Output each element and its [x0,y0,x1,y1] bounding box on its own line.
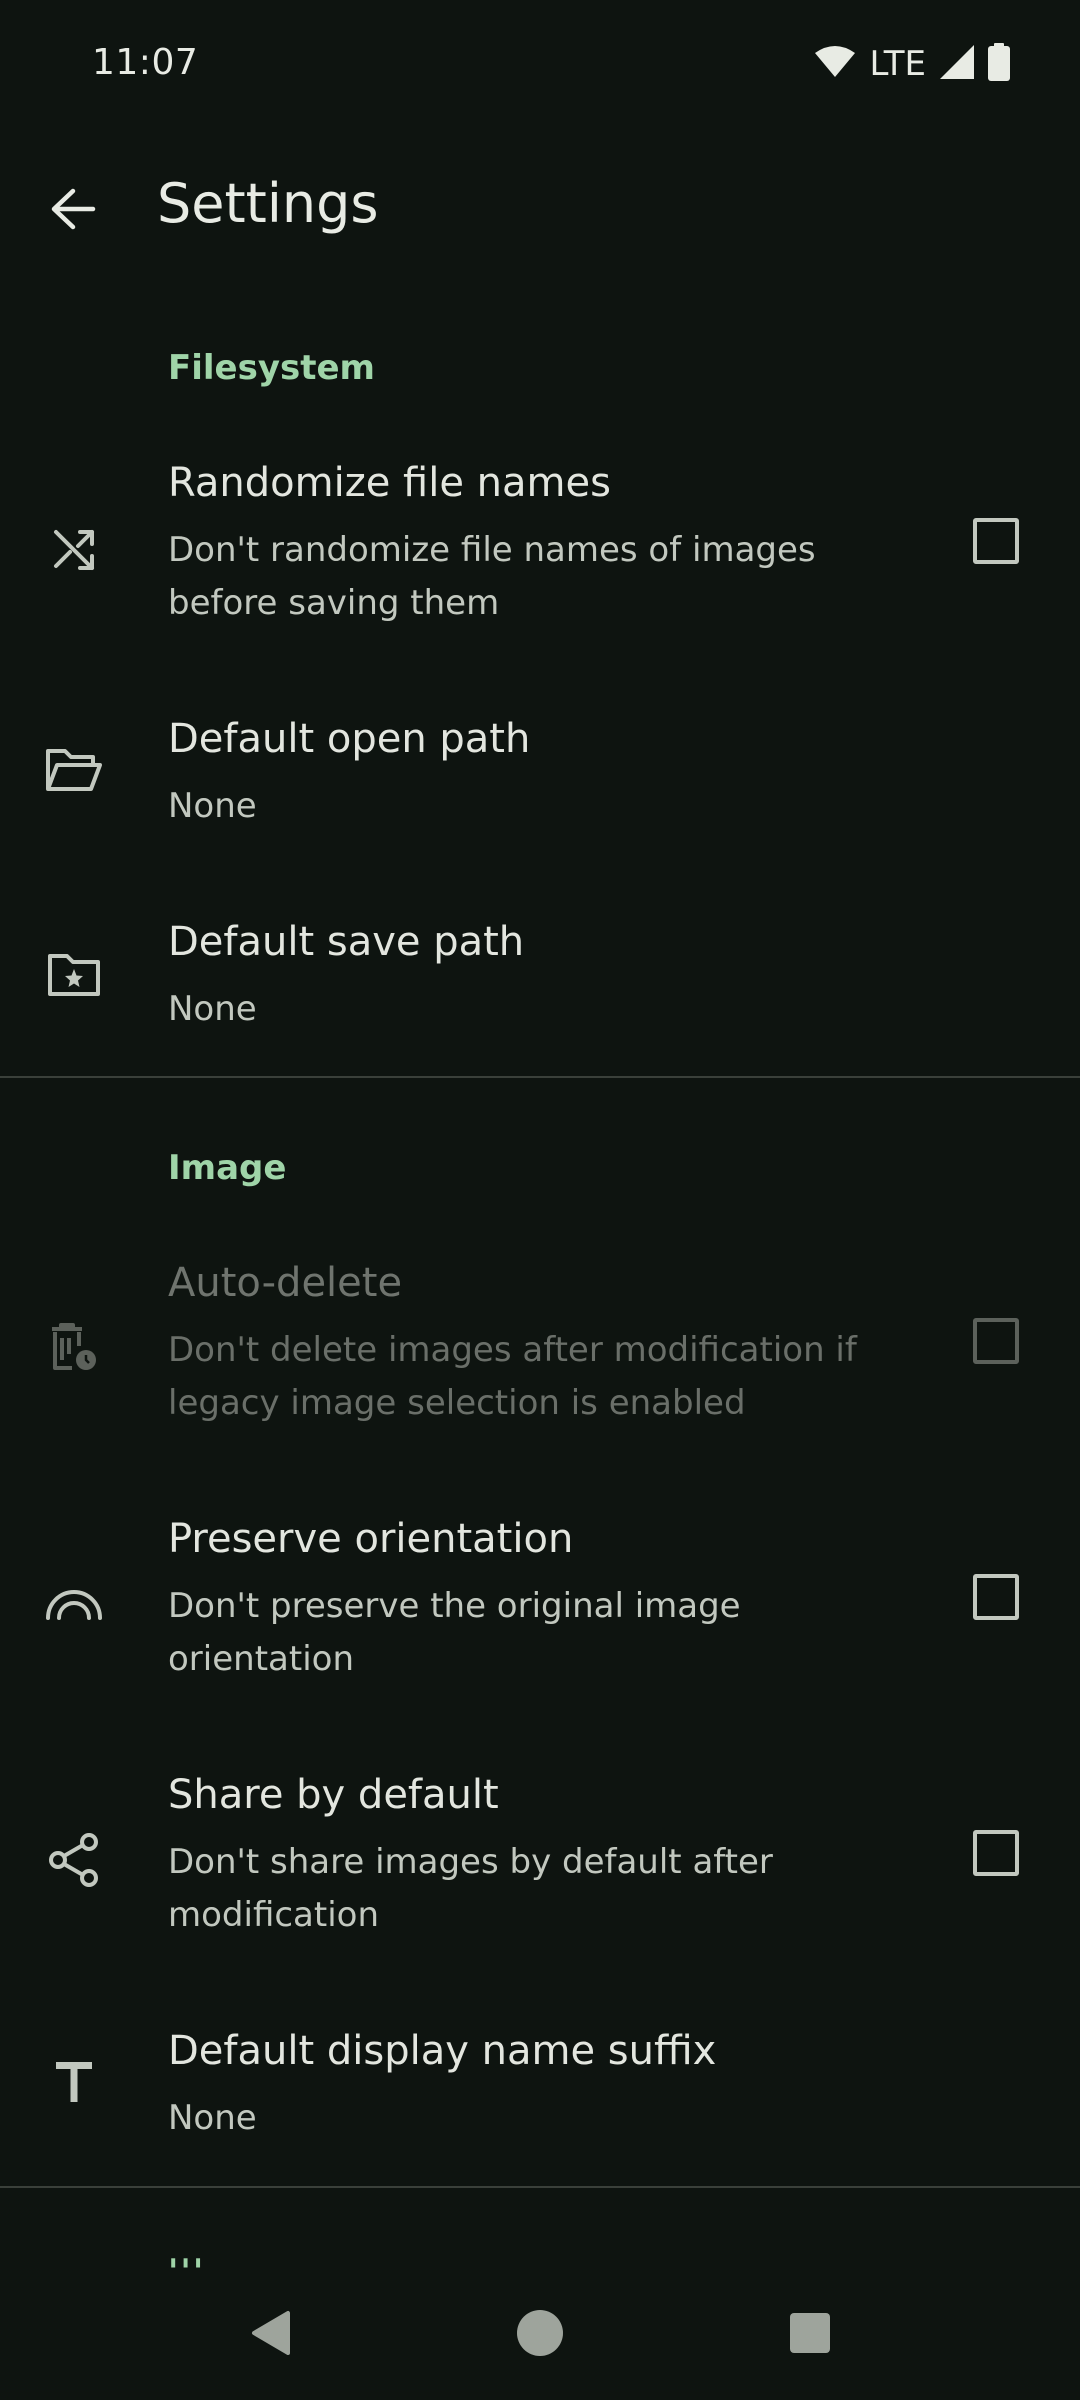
delete-clock-icon [40,1314,108,1382]
share-by-default-checkbox[interactable] [973,1830,1019,1876]
nav-back-button[interactable] [220,2290,320,2380]
pref-summary: Don't delete images after modification i… [168,1330,857,1423]
pref-title: Randomize file names [168,460,611,506]
section-header-filesystem: Filesystem [168,348,375,388]
folder-star-icon [40,941,108,1009]
nav-home-button[interactable] [490,2290,590,2380]
share-icon [40,1826,108,1894]
auto-delete-checkbox [973,1318,1019,1364]
section-divider [0,2186,1080,2188]
pref-default-open-path[interactable]: Default open path None [0,700,1080,850]
pref-default-display-name-suffix[interactable]: Default display name suffix None [0,2012,1080,2162]
network-type-label: LTE [869,44,926,84]
arrow-back-icon [49,187,97,235]
preserve-orientation-checkbox[interactable] [973,1574,1019,1620]
pref-summary: Don't share images by default after modi… [168,1842,773,1935]
pref-auto-delete: Auto-delete Don't delete images after mo… [0,1240,1080,1456]
wifi-icon [815,45,856,83]
pref-randomize-file-names[interactable]: Randomize file names Don't randomize fil… [0,440,1080,656]
pref-title: Default open path [168,716,531,762]
pref-default-save-path[interactable]: Default save path None [0,903,1080,1053]
section-divider [0,1076,1080,1078]
cell-signal-icon [940,45,974,83]
page-title: Settings [157,172,379,235]
shuffle-icon [40,514,108,582]
nav-home-circle-icon [515,2308,565,2362]
pref-summary: None [168,2098,257,2138]
system-nav-bar [0,2270,1080,2400]
battery-icon [988,43,1010,85]
status-icons: LTE [815,42,1010,86]
text-icon [40,2048,108,2116]
pref-title: Default display name suffix [168,2028,717,2074]
nav-recents-button[interactable] [760,2290,860,2380]
status-time: 11:07 [92,42,199,83]
section-header-image: Image [168,1148,287,1188]
folder-open-icon [40,736,108,804]
rotation-arc-icon [40,1570,108,1638]
pref-share-by-default[interactable]: Share by default Don't share images by d… [0,1752,1080,1968]
nav-back-triangle-icon [248,2309,292,2361]
back-button[interactable] [28,176,118,246]
pref-summary: Don't randomize file names of images bef… [168,530,816,623]
pref-summary: None [168,786,257,826]
pref-summary: Don't preserve the original image orient… [168,1586,741,1679]
pref-title: Default save path [168,919,525,965]
pref-title: Preserve orientation [168,1516,574,1562]
pref-summary: None [168,989,257,1029]
nav-recents-square-icon [788,2311,832,2359]
randomize-checkbox[interactable] [973,518,1019,564]
pref-title: Share by default [168,1772,499,1818]
pref-preserve-orientation[interactable]: Preserve orientation Don't preserve the … [0,1496,1080,1712]
status-bar: 11:07 LTE [0,0,1080,132]
pref-title: Auto-delete [168,1260,403,1306]
app-bar: Settings [0,150,1080,270]
